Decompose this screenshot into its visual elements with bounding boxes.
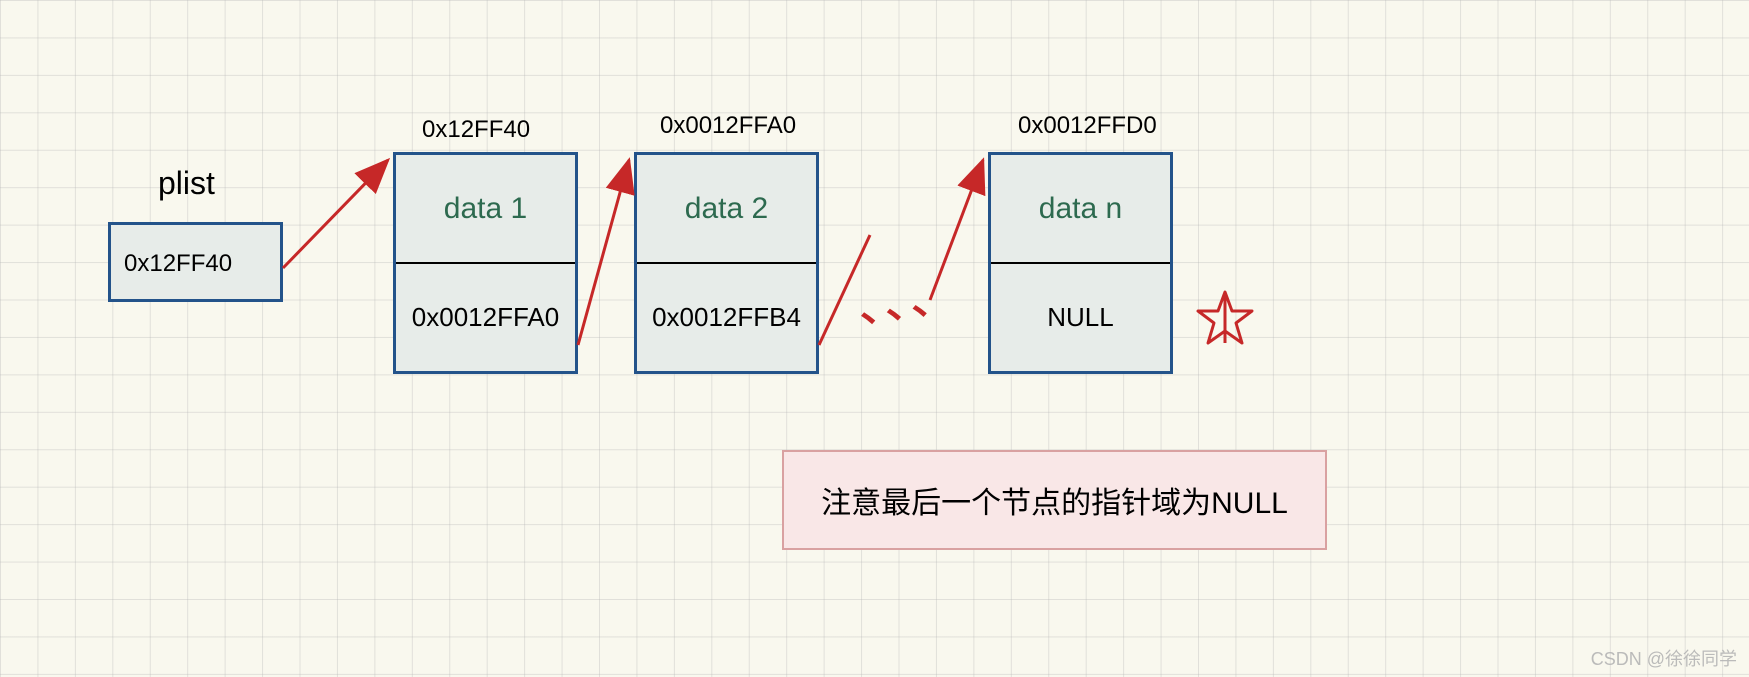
plist-value: 0x12FF40: [124, 250, 232, 278]
note-box: 注意最后一个节点的指针域为NULL: [782, 450, 1327, 550]
watermark: CSDN @徐徐同学: [1591, 645, 1737, 671]
arrow-plist-node1: [283, 160, 388, 268]
arrow-node1-node2: [578, 160, 629, 345]
overlay-svg: [0, 0, 1749, 677]
node2-pointer: 0x0012FFB4: [652, 302, 801, 333]
node1-address: 0x12FF40: [422, 116, 530, 144]
node1: data 1 0x0012FFA0: [393, 152, 578, 374]
note-text: 注意最后一个节点的指针域为NULL: [821, 478, 1288, 522]
node1-pointer: 0x0012FFA0: [412, 302, 559, 333]
node-n: data n NULL: [988, 152, 1173, 374]
plist-label: plist: [158, 165, 215, 202]
node-n-address: 0x0012FFD0: [1018, 112, 1157, 140]
node-n-pointer: NULL: [1047, 302, 1113, 333]
node2: data 2 0x0012FFB4: [634, 152, 819, 374]
node1-data: data 1: [444, 192, 527, 226]
star-icon: [1198, 292, 1252, 343]
ellipsis: 、、、: [854, 263, 959, 334]
node2-data: data 2: [685, 192, 768, 226]
node-n-data: data n: [1039, 192, 1122, 226]
diagram-canvas: plist 0x12FF40 0x12FF40 data 1 0x0012FFA…: [0, 0, 1749, 677]
node2-address: 0x0012FFA0: [660, 112, 796, 140]
